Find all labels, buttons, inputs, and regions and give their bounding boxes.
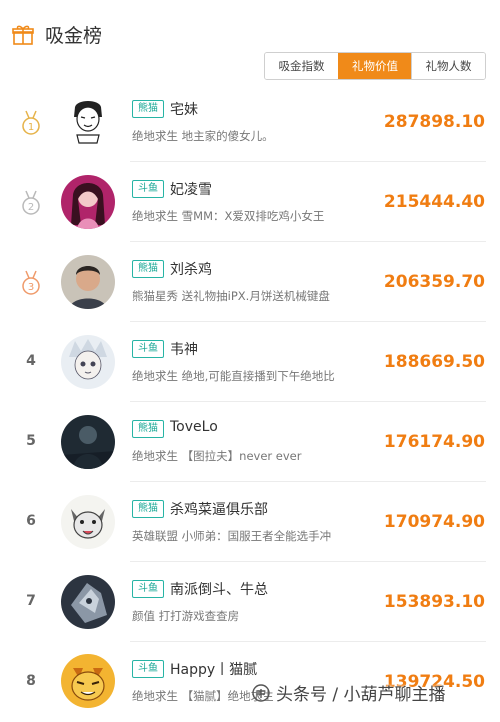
svg-text:3: 3 bbox=[28, 282, 34, 293]
gift-value: 153893.10 bbox=[383, 592, 485, 612]
streamer-name[interactable]: Happy丨猫腻 bbox=[170, 659, 257, 679]
list-item[interactable]: 4 斗鱼 韦神 绝地求生 绝地,可能直接播到下午绝地比 188669.50 bbox=[0, 322, 500, 402]
avatar[interactable] bbox=[61, 654, 115, 708]
gift-value: 206359.70 bbox=[383, 272, 485, 292]
avatar[interactable] bbox=[61, 255, 115, 309]
gift-value: 188669.50 bbox=[383, 352, 485, 372]
list-item[interactable]: 3 熊猫 刘杀鸡 熊猫星秀 送礼物抽iPX.月饼送机械键盘 206359.70 bbox=[0, 242, 500, 322]
watermark-text: 头条号 / 小葫芦聊主播 bbox=[276, 685, 446, 705]
bronze-medal-icon: 3 bbox=[22, 270, 40, 295]
platform-badge: 斗鱼 bbox=[132, 580, 164, 598]
tab-gift-value[interactable]: 礼物价值 bbox=[338, 53, 411, 79]
platform-badge: 熊猫 bbox=[132, 420, 164, 438]
streamer-name[interactable]: ToveLo bbox=[170, 419, 218, 435]
avatar[interactable] bbox=[61, 415, 115, 469]
stream-description: 颜值 打打游戏查查房 bbox=[132, 609, 240, 623]
tab-gift-count[interactable]: 礼物人数 bbox=[411, 53, 485, 79]
svg-text:2: 2 bbox=[28, 202, 34, 213]
stream-description: 熊猫星秀 送礼物抽iPX.月饼送机械键盘 bbox=[132, 289, 330, 303]
header: 吸金榜 bbox=[0, 0, 500, 50]
platform-badge: 斗鱼 bbox=[132, 180, 164, 198]
platform-badge: 斗鱼 bbox=[132, 340, 164, 358]
gift-value: 287898.10 bbox=[383, 112, 485, 132]
silver-medal-icon: 2 bbox=[22, 190, 40, 215]
stream-description: 绝地求生 【图拉夫】never ever bbox=[132, 449, 302, 463]
streamer-name[interactable]: 杀鸡菜逼俱乐部 bbox=[170, 499, 268, 519]
streamer-name[interactable]: 宅妹 bbox=[170, 99, 198, 119]
list-item[interactable]: 5 熊猫 ToveLo 绝地求生 【图拉夫】never ever 176174.… bbox=[0, 402, 500, 482]
rank-number: 6 bbox=[26, 513, 36, 529]
streamer-name[interactable]: 韦神 bbox=[170, 339, 198, 359]
platform-badge: 斗鱼 bbox=[132, 660, 164, 678]
platform-badge: 熊猫 bbox=[132, 100, 164, 118]
svg-text:1: 1 bbox=[28, 122, 34, 133]
toutiao-logo-icon bbox=[252, 683, 270, 702]
streamer-name[interactable]: 南派倒斗、牛总 bbox=[170, 579, 268, 599]
avatar[interactable] bbox=[61, 495, 115, 549]
avatar[interactable] bbox=[61, 575, 115, 629]
tab-index[interactable]: 吸金指数 bbox=[265, 53, 338, 79]
stream-description: 绝地求生 绝地,可能直接播到下午绝地比 bbox=[132, 369, 335, 383]
list-item[interactable]: 7 斗鱼 南派倒斗、牛总 颜值 打打游戏查查房 153893.10 bbox=[0, 562, 500, 642]
rank-number: 5 bbox=[26, 433, 36, 449]
streamer-name[interactable]: 妃凌雪 bbox=[170, 179, 212, 199]
rank-number: 4 bbox=[26, 353, 36, 369]
streamer-name[interactable]: 刘杀鸡 bbox=[170, 259, 212, 279]
rank-number: 7 bbox=[26, 593, 36, 609]
list-item[interactable]: 2 斗鱼 妃凌雪 绝地求生 雪MM：X爱双排吃鸡小女王 215444.40 bbox=[0, 162, 500, 242]
list-item[interactable]: 6 熊猫 杀鸡菜逼俱乐部 英雄联盟 小师弟：国服王者全能选手冲 170974.9… bbox=[0, 482, 500, 562]
gift-icon bbox=[12, 25, 34, 45]
stream-description: 绝地求生 雪MM：X爱双排吃鸡小女王 bbox=[132, 209, 325, 223]
watermark: 头条号 / 小葫芦聊主播 bbox=[252, 680, 446, 705]
platform-badge: 熊猫 bbox=[132, 260, 164, 278]
avatar[interactable] bbox=[61, 335, 115, 389]
avatar[interactable] bbox=[61, 95, 115, 149]
list-item[interactable]: 1 熊猫 宅妹 绝地求生 地主家的傻女儿。 287898.10 bbox=[0, 82, 500, 162]
page-title: 吸金榜 bbox=[45, 25, 103, 47]
avatar[interactable] bbox=[61, 175, 115, 229]
tab-bar: 吸金指数 礼物价值 礼物人数 bbox=[264, 52, 486, 80]
gift-value: 176174.90 bbox=[383, 432, 485, 452]
platform-badge: 熊猫 bbox=[132, 500, 164, 518]
rank-number: 8 bbox=[26, 673, 36, 689]
stream-description: 绝地求生 地主家的傻女儿。 bbox=[132, 129, 274, 143]
gift-value: 215444.40 bbox=[383, 192, 485, 212]
gift-value: 170974.90 bbox=[383, 512, 485, 532]
stream-description: 英雄联盟 小师弟：国服王者全能选手冲 bbox=[132, 529, 332, 543]
gold-medal-icon: 1 bbox=[22, 110, 40, 135]
